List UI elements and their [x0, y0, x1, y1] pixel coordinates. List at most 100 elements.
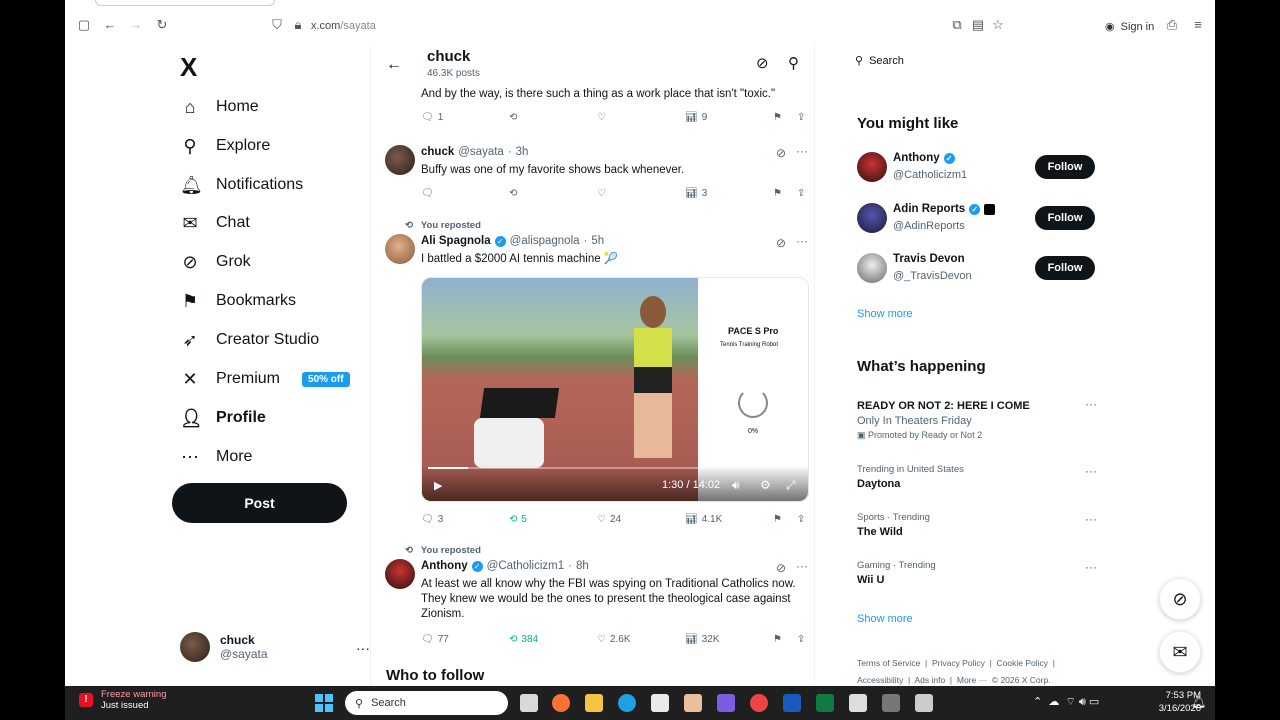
like-button[interactable]: ♡ 2.6K [597, 634, 631, 645]
bookmark-button[interactable]: ⚑ [773, 634, 782, 645]
reply-button[interactable]: 🗨︎ 3 [421, 514, 443, 525]
settings-gear-icon[interactable]: ⚙ [760, 478, 771, 492]
nav-item-creator-studio[interactable]: ➶ Creator Studio [180, 328, 319, 352]
avatar[interactable] [385, 559, 415, 589]
video-player[interactable]: PACE S Pro Tennis Training Robot 0% ▶ 1:… [421, 277, 809, 502]
trend-item[interactable]: Sports · Trending The Wild ··· [857, 512, 1097, 538]
suggestion-item[interactable]: Anthony ✓ @Catholicizm1 Follow [857, 152, 1097, 186]
like-button[interactable]: ♡ 24 [597, 514, 621, 525]
fullscreen-icon[interactable]: ⤢ [786, 478, 796, 493]
paint-icon[interactable] [684, 694, 702, 712]
footer-link[interactable]: Ads info [914, 675, 945, 685]
trend-item[interactable]: READY OR NOT 2: HERE I COME Only In Thea… [857, 397, 1097, 441]
more-dots-icon[interactable]: ··· [796, 559, 808, 573]
footer-link[interactable]: Accessibility [857, 675, 903, 685]
taskbar-search[interactable]: ⚲ Search [345, 691, 508, 715]
store-icon[interactable] [651, 694, 669, 712]
tweet-time[interactable]: 5h [591, 235, 604, 247]
tweet-time[interactable]: 3h [516, 146, 529, 158]
sign-in-button[interactable]: ◉ Sign in [1105, 20, 1154, 34]
avatar[interactable] [385, 145, 415, 175]
edge-icon[interactable] [618, 694, 636, 712]
author-name[interactable]: chuck [421, 146, 454, 158]
task-view-icon[interactable] [520, 694, 538, 712]
grok-icon[interactable]: ⊘ [776, 236, 786, 250]
extensions-icon[interactable]: ⎙ [1165, 18, 1179, 32]
back-arrow-icon[interactable]: ← [103, 18, 117, 32]
bookmark-star-icon[interactable]: ☆ [991, 18, 1005, 32]
share-button[interactable]: ⇪ [797, 188, 805, 199]
system-tray[interactable]: ⌃ ☁ ⌔ 🔊︎ ▭ [1033, 695, 1099, 709]
reply-button[interactable]: 🗨︎ [421, 188, 434, 199]
more-dots-icon[interactable]: ··· [1085, 512, 1097, 526]
like-button[interactable]: ♡ [597, 188, 606, 199]
nav-item-explore[interactable]: ⚲ Explore [180, 134, 270, 158]
grok-icon[interactable]: ⊘ [776, 146, 786, 160]
excel-icon[interactable] [816, 694, 834, 712]
nav-item-chat[interactable]: ✉ Chat [180, 211, 249, 235]
repost-button[interactable]: ⟲ 5 [509, 514, 527, 525]
word-icon[interactable] [783, 694, 801, 712]
show-more-link[interactable]: Show more [857, 308, 913, 320]
tab-strip[interactable] [95, 0, 275, 6]
footer-link[interactable]: More ··· [957, 675, 987, 685]
avatar[interactable] [385, 234, 415, 264]
file-explorer-icon[interactable] [585, 694, 603, 712]
volume-icon[interactable]: 🔊︎ [732, 478, 740, 493]
menu-icon[interactable]: ≡ [1191, 18, 1205, 32]
app-icon[interactable] [915, 694, 933, 712]
trend-item[interactable]: Gaming · Trending Wii U ··· [857, 560, 1097, 586]
views-button[interactable]: 📊︎ 32K [685, 634, 720, 645]
like-button[interactable]: ♡ [597, 112, 606, 123]
more-dots-icon[interactable]: ··· [1085, 464, 1097, 478]
repost-button[interactable]: ⟲ 384 [509, 634, 538, 645]
more-dots-icon[interactable]: ··· [1085, 560, 1097, 574]
sidebar-toggle-icon[interactable]: ▢ [77, 18, 91, 32]
address-bar[interactable]: x.com/sayata [311, 20, 376, 32]
suggestion-item[interactable]: Travis Devon @_TravisDevon Follow [857, 253, 1097, 287]
reply-button[interactable]: 🗨︎ 77 [421, 634, 449, 645]
trend-item[interactable]: Trending in United States Daytona ··· [857, 464, 1097, 490]
author-name[interactable]: Anthony [421, 560, 468, 572]
nav-item-home[interactable]: ⌂ Home [180, 95, 259, 119]
search-input[interactable]: ⚲ Search [855, 54, 904, 68]
forward-arrow-icon[interactable]: → [129, 18, 143, 32]
more-dots-icon[interactable]: ··· [796, 234, 808, 248]
weather-widget[interactable]: ! Freeze warning Just issued [79, 689, 166, 711]
more-dots-icon[interactable]: ··· [796, 144, 808, 158]
share-button[interactable]: ⇪ [797, 112, 805, 123]
windows-start-icon[interactable] [315, 694, 333, 712]
repost-button[interactable]: ⟲ [509, 188, 517, 199]
grok-fab[interactable]: ⊘ [1159, 578, 1201, 620]
bookmark-button[interactable]: ⚑ [773, 514, 782, 525]
views-button[interactable]: 📊︎ 3 [685, 188, 707, 199]
more-dots-icon[interactable]: ··· [356, 640, 370, 656]
picture-in-picture-icon[interactable]: ⧉ [950, 18, 964, 32]
reader-view-icon[interactable]: ▤ [971, 18, 985, 32]
video-progress-bar[interactable] [428, 467, 804, 469]
footer-link[interactable]: Privacy Policy [932, 658, 985, 668]
author-handle[interactable]: @Catholicizm1 [487, 560, 565, 572]
follow-button[interactable]: Follow [1035, 256, 1095, 280]
notification-bell-icon[interactable]: 🔔︎ [1191, 695, 1206, 709]
wikipedia-icon[interactable] [849, 694, 867, 712]
grok-icon[interactable]: ⊘ [776, 561, 786, 575]
shield-icon[interactable]: ⛉ [270, 18, 284, 32]
play-icon[interactable]: ▶ [434, 479, 442, 492]
repost-button[interactable]: ⟲ [509, 112, 517, 123]
reply-button[interactable]: 🗨︎ 1 [421, 112, 443, 123]
reload-icon[interactable]: ↻ [155, 18, 169, 32]
bookmark-button[interactable]: ⚑ [773, 112, 782, 123]
more-dots-icon[interactable]: ··· [1085, 397, 1097, 411]
nav-item-grok[interactable]: ⊘ Grok [180, 250, 250, 274]
author-handle[interactable]: @sayata [458, 146, 504, 158]
footer-link[interactable]: Terms of Service [857, 658, 920, 668]
firefox-icon[interactable] [552, 694, 570, 712]
share-button[interactable]: ⇪ [797, 514, 805, 525]
app-icon[interactable] [882, 694, 900, 712]
follow-button[interactable]: Follow [1035, 206, 1095, 230]
chrome-icon[interactable] [750, 694, 768, 712]
share-button[interactable]: ⇪ [797, 634, 805, 645]
nav-item-more[interactable]: ⋯ More [180, 445, 252, 469]
back-arrow-icon[interactable]: ← [386, 56, 402, 74]
